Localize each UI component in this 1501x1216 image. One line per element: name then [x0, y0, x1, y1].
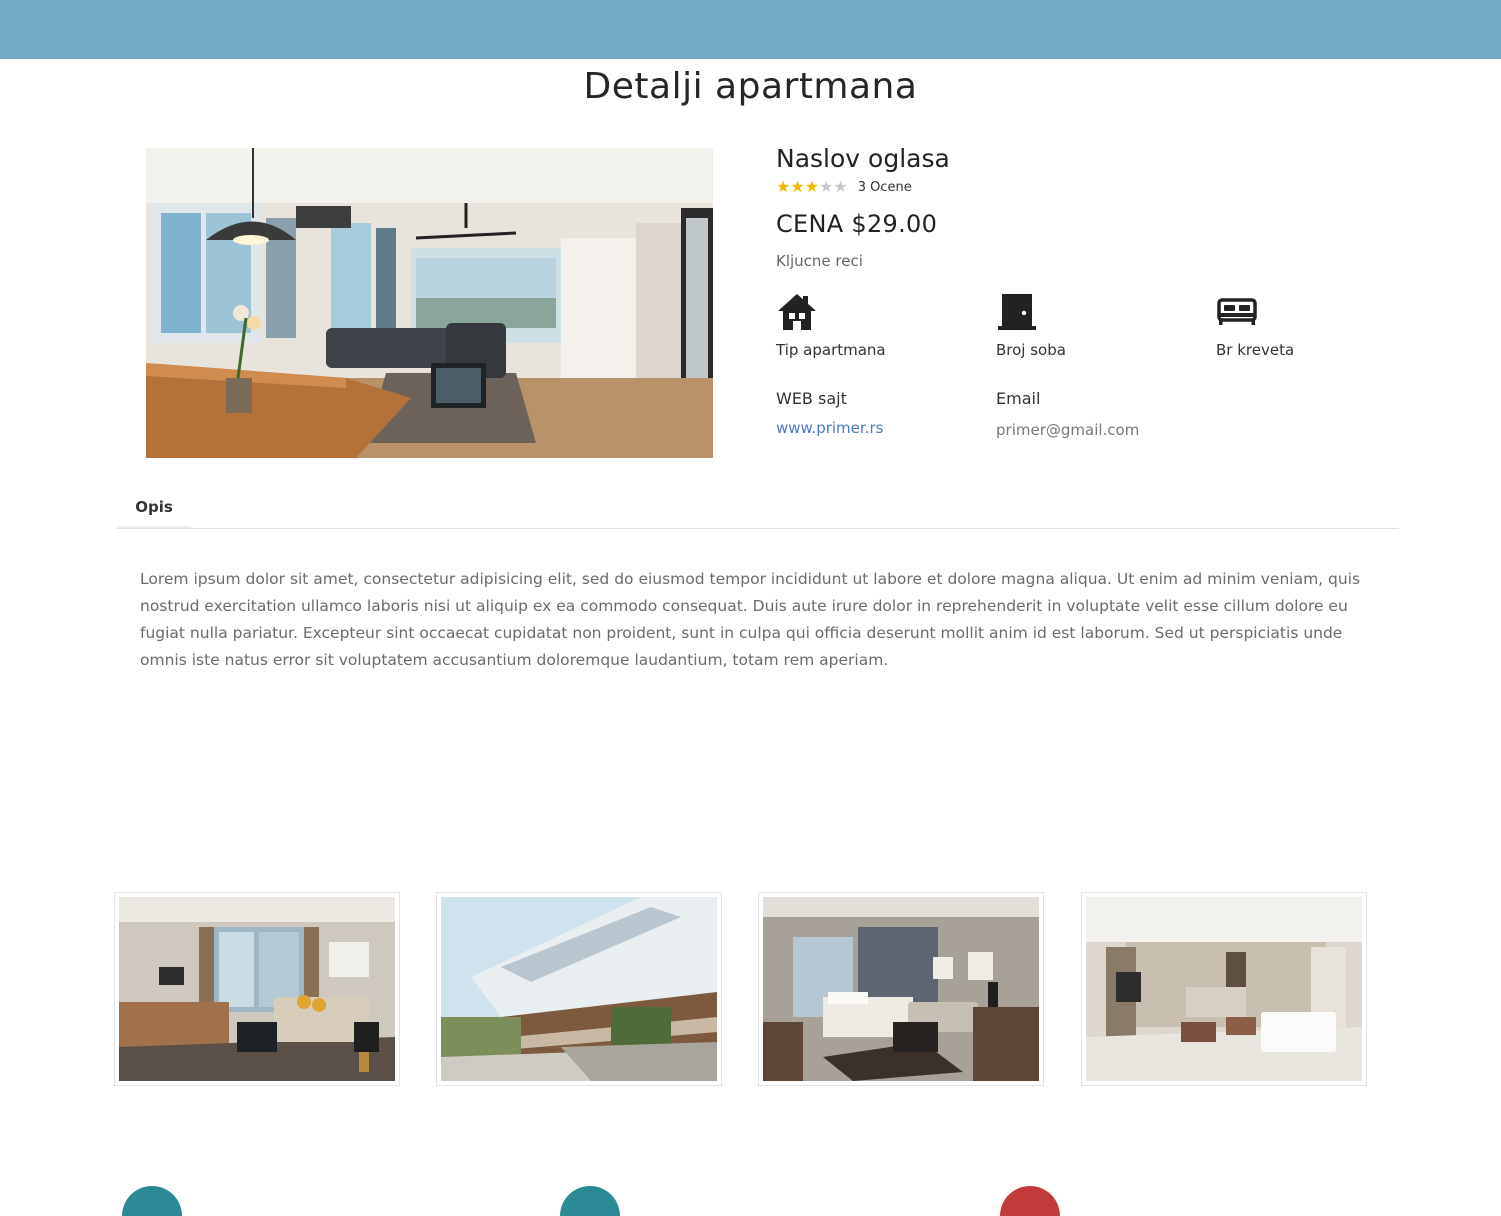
gallery-thumbnail[interactable] — [436, 892, 722, 1086]
rating: ★ ★ ★ ★ ★ 3 Ocene — [776, 179, 912, 195]
star-filled-icon: ★ — [804, 177, 820, 196]
main-apartment-photo[interactable] — [146, 148, 713, 458]
star-filled-icon: ★ — [790, 177, 805, 196]
website-link[interactable]: www.primer.rs — [776, 419, 883, 437]
feature-label: Tip apartmana — [776, 341, 886, 359]
star-filled-icon: ★ — [776, 177, 791, 196]
feature-label: Br kreveta — [1216, 341, 1295, 359]
gallery-thumbnail[interactable] — [1081, 892, 1367, 1086]
feature-label: Broj soba — [996, 341, 1066, 359]
top-header-bar — [0, 0, 1501, 59]
page-title: Detalji apartmana — [583, 66, 918, 107]
keywords: Kljucne reci — [776, 252, 863, 270]
feature-bed-count: Br kreveta — [1216, 292, 1294, 359]
feature-apartment-type: Tip apartmana — [776, 292, 886, 359]
website-label: WEB sajt — [776, 389, 847, 408]
gallery-thumbnail[interactable] — [758, 892, 1044, 1086]
door-icon — [996, 292, 1066, 332]
star-empty-icon: ★ — [819, 177, 834, 196]
tab-bar-divider — [117, 528, 1399, 529]
feature-room-count: Broj soba — [996, 292, 1066, 359]
email-value: primer@gmail.com — [996, 421, 1140, 439]
star-empty-icon: ★ — [833, 177, 848, 196]
rating-count: 3 Ocene — [857, 179, 912, 195]
bed-icon — [1216, 292, 1294, 332]
listing-title: Naslov oglasa — [776, 144, 950, 173]
tab-description[interactable]: Opis — [117, 488, 191, 528]
house-icon — [776, 292, 886, 332]
price: CENA $29.00 — [776, 210, 938, 238]
email-label: Email — [996, 389, 1041, 408]
description-text: Lorem ipsum dolor sit amet, consectetur … — [140, 570, 1361, 669]
gallery-thumbnail[interactable] — [114, 892, 400, 1086]
